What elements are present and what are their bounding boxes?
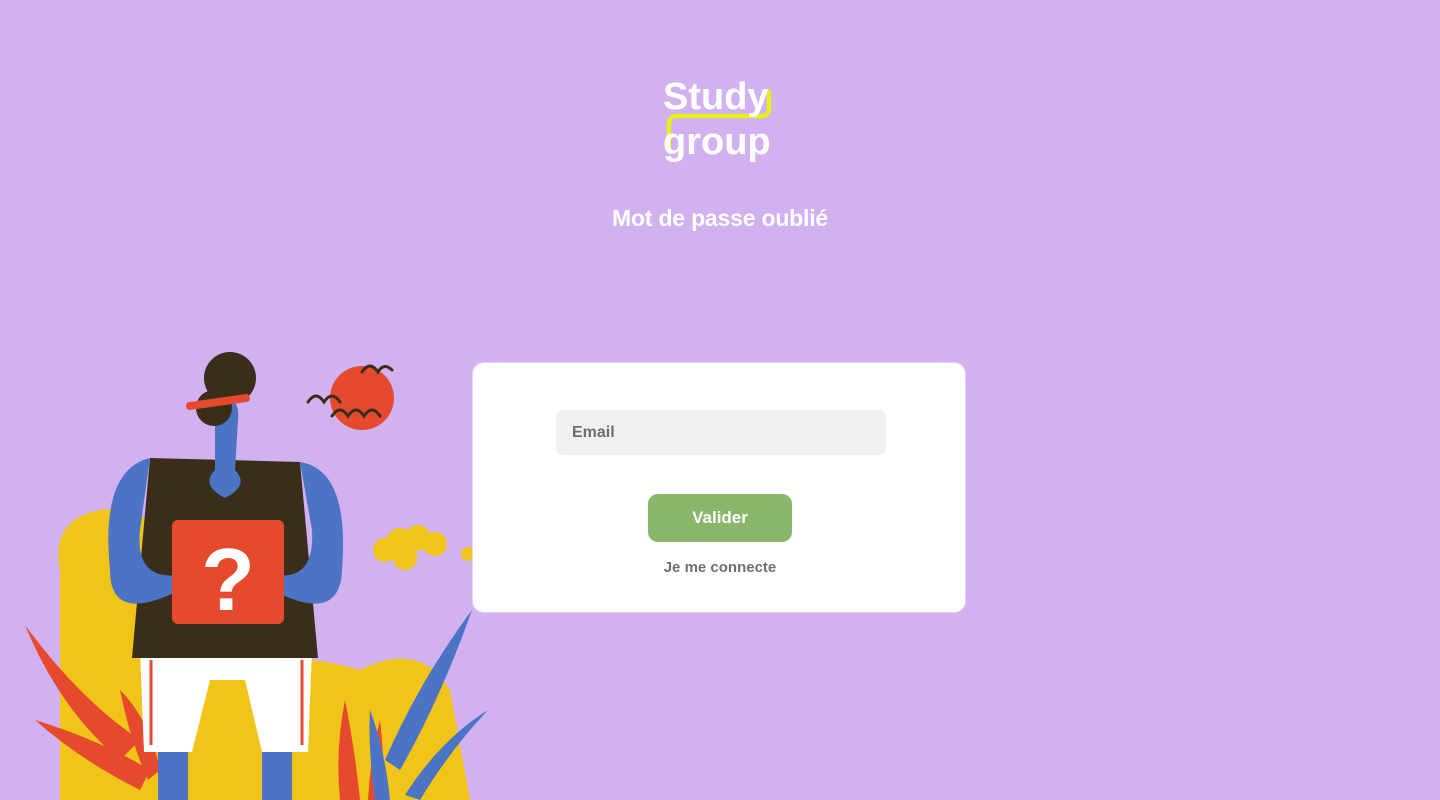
forgot-password-page: Study group Mot de passe oublié ? Email … [0, 0, 1440, 800]
cloud-icon [373, 525, 475, 570]
person-question-illustration: ? [0, 340, 500, 800]
login-link[interactable]: Je me connecte [473, 559, 967, 576]
logo-text-study: Study [663, 76, 769, 118]
submit-button[interactable]: Valider [648, 494, 792, 542]
svg-text:?: ? [201, 530, 255, 629]
study-group-logo: Study group [661, 76, 781, 166]
sun-icon [330, 366, 394, 430]
logo-icon: Study group [663, 76, 772, 163]
page-title: Mot de passe oublié [611, 205, 828, 231]
email-field[interactable] [556, 410, 886, 455]
forgot-password-card: Valider Je me connecte [472, 362, 966, 613]
logo-text-group: group [663, 121, 771, 163]
question-sign-icon: ? [172, 520, 284, 629]
